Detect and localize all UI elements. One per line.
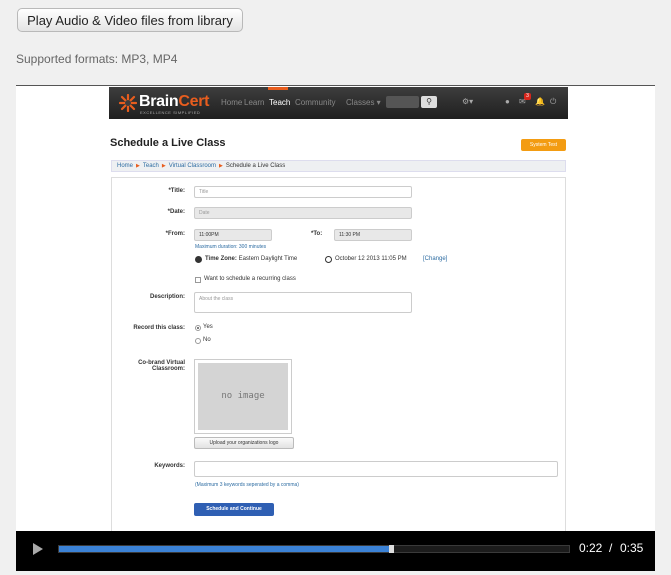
title-input[interactable]: Title: [194, 186, 412, 198]
clock-icon: [325, 256, 332, 263]
keywords-input[interactable]: [194, 461, 558, 477]
record-no-label: No: [203, 337, 211, 343]
user-icon[interactable]: ●: [505, 97, 510, 106]
title-label: *Title:: [168, 188, 185, 194]
nav-search-button[interactable]: ⚲: [421, 96, 437, 108]
page-title: Schedule a Live Class: [110, 137, 226, 149]
time-separator: /: [609, 541, 613, 555]
nav-search-input[interactable]: [386, 96, 419, 108]
nav-home[interactable]: Home: [221, 98, 242, 107]
logo-preview: no image: [194, 359, 292, 434]
gear-icon[interactable]: ⚙▾: [462, 97, 473, 106]
description-label: Description:: [149, 294, 185, 300]
play-icon[interactable]: [33, 543, 43, 555]
record-yes-radio[interactable]: [195, 325, 201, 331]
seek-bar-progress: [59, 546, 389, 552]
duration: 0:35: [620, 541, 644, 555]
supported-formats-text: Supported formats: MP3, MP4: [16, 52, 178, 66]
date-label: *Date:: [167, 209, 185, 215]
date-input[interactable]: Date: [194, 207, 412, 219]
from-label: *From:: [165, 231, 185, 237]
brand-logo-text: BrainCert: [139, 93, 210, 110]
cobrand-label: Co-brand Virtual Classroom:: [138, 360, 185, 372]
bell-icon[interactable]: 🔔: [535, 97, 545, 106]
upload-logo-button[interactable]: Upload your organizations logo: [194, 437, 294, 449]
breadcrumb: Home ▶ Teach ▶ Virtual Classroom ▶ Schedule a …: [111, 160, 566, 172]
schedule-continue-button[interactable]: Schedule and Continue: [194, 503, 274, 516]
keywords-label: Keywords:: [154, 463, 185, 469]
chevron-right-icon: ▶: [161, 163, 166, 169]
record-no-radio[interactable]: [195, 338, 201, 344]
to-time-input[interactable]: 11:30 PM: [334, 229, 412, 241]
seek-handle[interactable]: [389, 545, 394, 553]
globe-icon: [195, 256, 202, 263]
no-image-placeholder: no image: [198, 363, 288, 430]
power-icon[interactable]: ⏻: [550, 97, 556, 107]
nav-learn[interactable]: Learn: [244, 98, 264, 107]
from-time-input[interactable]: 11:00PM: [194, 229, 272, 241]
system-test-button[interactable]: System Test: [521, 139, 566, 151]
nav-teach[interactable]: Teach: [269, 98, 290, 107]
breadcrumb-teach[interactable]: Teach: [143, 163, 159, 169]
seek-bar[interactable]: [58, 545, 570, 553]
nav-classes-menu[interactable]: Classes ▾: [346, 98, 381, 107]
timezone-row: Time Zone: Eastern Daylight Time: [205, 256, 298, 262]
description-textarea[interactable]: About the class: [194, 292, 412, 313]
recurring-label: Want to schedule a recurring class: [204, 276, 296, 282]
current-time: 0:22: [579, 541, 603, 555]
record-label: Record this class:: [133, 325, 185, 331]
nav-active-indicator: [268, 87, 288, 90]
play-library-button[interactable]: Play Audio & Video files from library: [17, 8, 243, 32]
change-timezone-link[interactable]: [Change]: [423, 256, 447, 262]
braincert-logo-icon: [119, 94, 137, 112]
max-duration-note: Maximum duration: 300 minutes: [195, 244, 267, 250]
player-controls: 0:22 / 0:35: [16, 531, 655, 571]
current-datetime: October 12 2013 11:05 PM: [335, 256, 407, 262]
nav-community[interactable]: Community: [295, 98, 335, 107]
recurring-checkbox[interactable]: [195, 277, 201, 283]
breadcrumb-current: Schedule a Live Class: [225, 163, 286, 169]
breadcrumb-home[interactable]: Home: [117, 163, 133, 169]
to-label: *To:: [311, 231, 323, 237]
keywords-note: (Maximum 3 keywords seperated by a comma…: [195, 482, 299, 488]
player-top-border: [16, 85, 655, 86]
notification-badge: 3: [524, 93, 531, 100]
site-navbar: BrainCert EXCELLENCE SIMPLIFIED Home Lea…: [109, 87, 568, 119]
search-icon: ⚲: [426, 97, 432, 106]
chevron-right-icon: ▶: [136, 163, 140, 169]
breadcrumb-virtual-classroom[interactable]: Virtual Classroom: [169, 163, 216, 169]
video-player[interactable]: BrainCert EXCELLENCE SIMPLIFIED Home Lea…: [16, 85, 655, 571]
brand-tagline: EXCELLENCE SIMPLIFIED: [140, 110, 201, 115]
chevron-right-icon: ▶: [219, 163, 223, 169]
video-frame: BrainCert EXCELLENCE SIMPLIFIED Home Lea…: [109, 87, 568, 531]
record-yes-label: Yes: [203, 324, 213, 330]
